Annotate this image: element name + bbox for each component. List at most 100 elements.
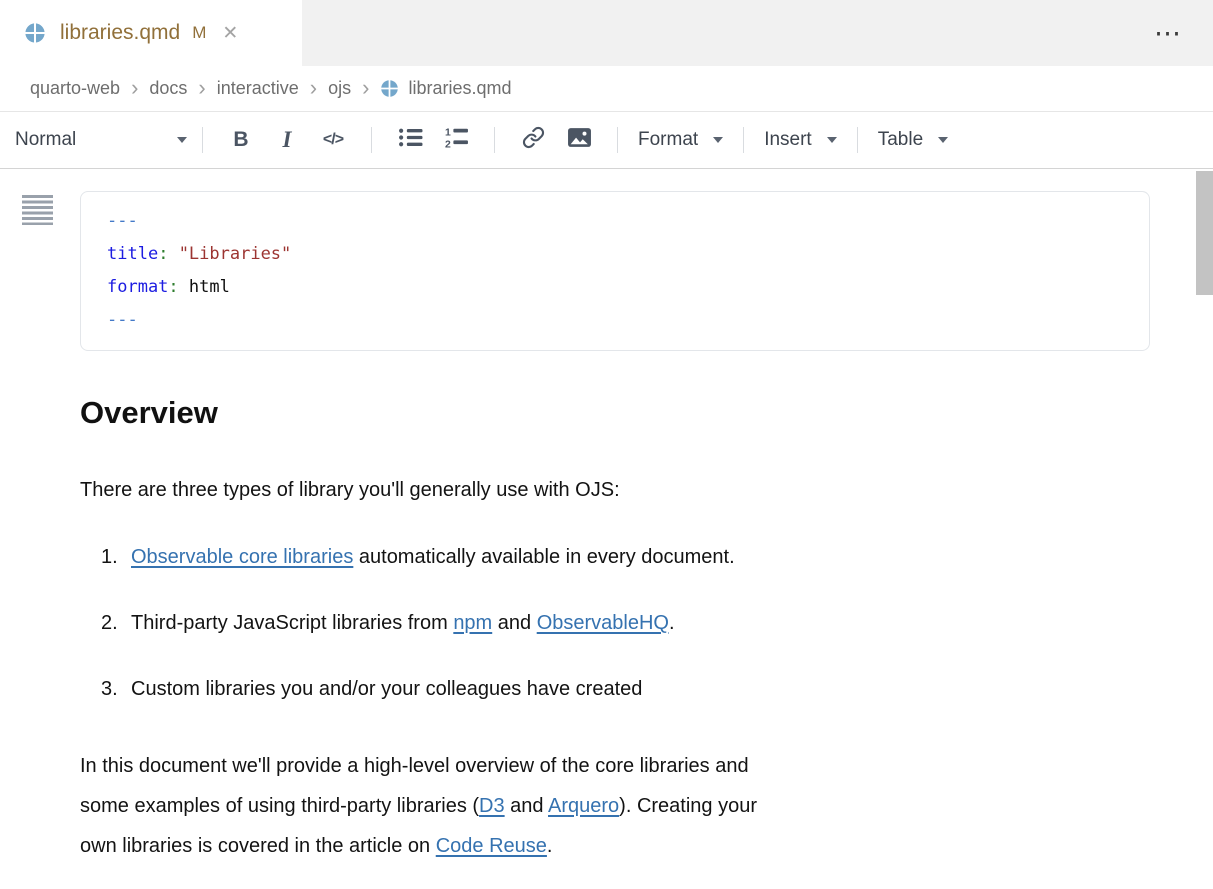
chevron-down-icon [938,137,948,143]
modified-badge: M [192,23,206,43]
vertical-scrollbar[interactable] [1196,171,1213,295]
ordered-list-button[interactable]: 1 2 [441,122,471,158]
list-number: 3. [101,674,131,704]
heading-overview[interactable]: Overview [80,395,1150,431]
chevron-down-icon [827,137,837,143]
text-segment: ). Creating your [619,795,757,817]
tab-bar: libraries.qmd M ✕ ⋯ [0,0,1213,66]
text-segment: --- [107,310,138,330]
doc-link[interactable]: npm [453,612,492,634]
list-item[interactable]: 1. Observable core libraries automatical… [80,542,1150,572]
list-number: 1. [101,542,131,572]
toolbar-separator [743,127,744,153]
ordered-list-icon: 1 2 [444,127,469,154]
table-menu-label: Table [878,129,923,151]
block-drag-handle-icon[interactable] [22,195,53,225]
yaml-front-matter-block[interactable]: --- title: "Libraries" format: html --- [80,191,1150,351]
yaml-line: title: "Libraries" [107,238,1123,271]
format-menu[interactable]: Format [638,129,723,151]
insert-menu-label: Insert [764,129,812,151]
text-segment: Third-party JavaScript libraries from [131,612,453,634]
breadcrumb-item-interactive[interactable]: interactive [217,78,299,99]
list-item-text: Custom libraries you and/or your colleag… [131,674,642,704]
breadcrumb-file-label: libraries.qmd [408,78,511,99]
toolbar-separator [494,127,495,153]
image-button[interactable] [564,122,594,158]
list-item-text: Third-party JavaScript libraries from np… [131,608,675,638]
svg-text:2: 2 [445,139,451,148]
text-segment: --- [107,211,138,231]
list-item-text: Observable core libraries automatically … [131,542,735,572]
toolbar-separator [857,127,858,153]
editor-content: --- title: "Libraries" format: html --- … [0,169,1213,887]
toolbar-separator [202,127,203,153]
chevron-down-icon [177,137,187,143]
link-button[interactable] [518,122,548,158]
breadcrumb-item-file[interactable]: libraries.qmd [380,78,511,99]
list-item[interactable]: 2. Third-party JavaScript libraries from… [80,608,1150,638]
more-actions-button[interactable]: ⋯ [1124,0,1213,66]
text-segment: automatically available in every documen… [353,546,734,568]
text-segment: own libraries is covered in the article … [80,835,436,857]
chevron-right-icon: › [198,77,205,99]
text-segment: html [179,277,230,297]
italic-button[interactable]: I [272,122,302,158]
close-icon[interactable]: ✕ [222,24,238,43]
inline-code-button[interactable]: </> [318,122,348,158]
yaml-line: --- [107,304,1123,337]
text-segment [168,244,178,264]
breadcrumb-item-ojs[interactable]: ojs [328,78,351,99]
doc-link[interactable]: ObservableHQ [537,612,669,634]
bold-button[interactable]: B [226,122,256,158]
bullet-list-button[interactable] [395,122,425,158]
chevron-right-icon: › [362,77,369,99]
toolbar-separator [617,127,618,153]
yaml-line: format: html [107,271,1123,304]
text-segment: : [168,277,178,297]
chevron-down-icon [713,137,723,143]
doc-link[interactable]: Code Reuse [436,835,547,857]
chevron-right-icon: › [131,77,138,99]
text-segment: and [505,795,548,817]
toolbar-separator [371,127,372,153]
text-segment: : [158,244,168,264]
ordered-list: 1. Observable core libraries automatical… [80,542,1150,704]
quarto-file-icon [380,79,399,98]
document-body: --- title: "Libraries" format: html --- … [0,169,1213,866]
text-segment: Custom libraries you and/or your colleag… [131,678,642,700]
tab-libraries-qmd[interactable]: libraries.qmd M ✕ [0,0,302,66]
text-segment: "Libraries" [179,244,292,264]
text-segment: In this document we'll provide a high-le… [80,755,749,777]
list-item[interactable]: 3. Custom libraries you and/or your coll… [80,674,1150,704]
visual-editor-window: libraries.qmd M ✕ ⋯ quarto-web › docs › … [0,0,1213,889]
quarto-file-icon [24,22,46,44]
svg-text:1: 1 [445,127,451,138]
format-menu-label: Format [638,129,698,151]
doc-link[interactable]: D3 [479,795,505,817]
chevron-right-icon: › [310,77,317,99]
intro-paragraph[interactable]: There are three types of library you'll … [80,475,1150,505]
bullet-list-icon [398,127,423,154]
text-segment: format [107,277,168,297]
yaml-line: --- [107,205,1123,238]
text-segment: some examples of using third-party libra… [80,795,479,817]
insert-menu[interactable]: Insert [764,129,837,151]
closing-paragraph[interactable]: In this document we'll provide a high-le… [80,746,1100,866]
doc-link[interactable]: Observable core libraries [131,546,353,568]
text-segment: title [107,244,158,264]
ellipsis-icon: ⋯ [1154,18,1183,49]
image-icon [567,127,592,154]
formatting-toolbar: Normal B I </> 1 2 [0,112,1213,169]
link-icon [522,126,545,155]
paragraph-style-select[interactable]: Normal [15,129,187,151]
tab-title: libraries.qmd [60,21,180,45]
text-segment: and [492,612,536,634]
list-number: 2. [101,608,131,638]
table-menu[interactable]: Table [878,129,948,151]
breadcrumb-item-docs[interactable]: docs [149,78,187,99]
text-segment: . [547,835,553,857]
breadcrumb-item-quarto-web[interactable]: quarto-web [30,78,120,99]
text-segment: . [669,612,675,634]
breadcrumb: quarto-web › docs › interactive › ojs › … [0,66,1213,112]
doc-link[interactable]: Arquero [548,795,619,817]
